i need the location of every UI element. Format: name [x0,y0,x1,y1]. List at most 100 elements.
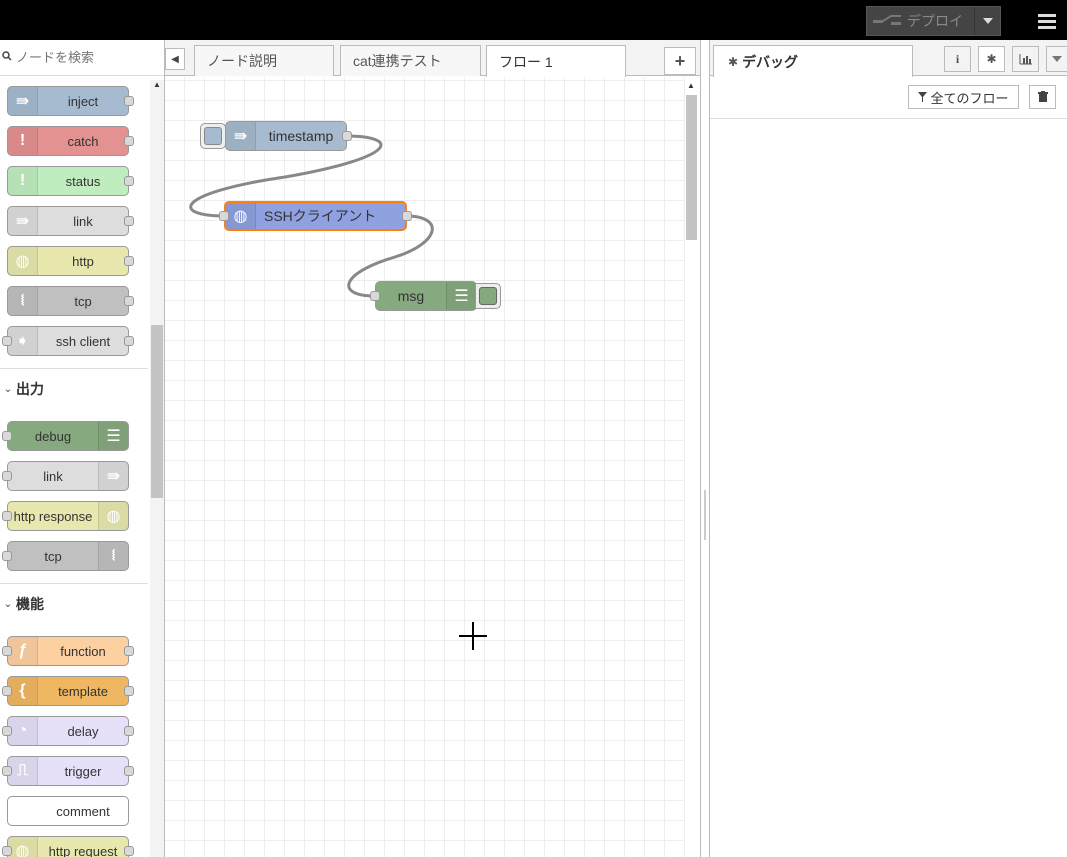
palette-node-catch[interactable]: ! catch [7,126,134,156]
bug-icon: ✱ [728,54,739,69]
palette-search [0,40,164,76]
bug-icon[interactable]: ✱ [978,46,1005,72]
wires [189,134,434,298]
input-port[interactable] [2,766,12,776]
arrow-in-icon: ⇛ [8,87,38,115]
search-icon [2,51,14,64]
input-port[interactable] [2,646,12,656]
link-out-icon: ⇛ [98,462,128,490]
input-port[interactable] [2,686,12,696]
tab-node-description[interactable]: ノード説明 [194,45,334,76]
category-header-function[interactable]: ⌄ 機能 [0,586,148,622]
deploy-label: デプロイ [907,13,963,29]
tab-flow-1[interactable]: フロー 1 [486,45,626,77]
header-bar: デプロイ [0,0,1067,40]
palette-node-link-out[interactable]: link ⇛ [2,461,129,491]
canvas-scroll-thumb[interactable] [686,95,697,240]
palette-node-debug[interactable]: debug ☰ [2,421,129,451]
list-icon: ☰ [446,282,476,310]
output-port[interactable] [124,336,134,346]
output-port[interactable] [124,216,134,226]
sidebar-splitter[interactable] [700,40,710,857]
output-port[interactable] [124,846,134,856]
sidebar-tabs: ✱ デバッグ i ✱ [710,40,1067,77]
input-port[interactable] [2,336,12,346]
tab-cat-test[interactable]: cat連携テスト [340,45,481,76]
input-port[interactable] [2,431,12,441]
brace-icon: { [8,677,38,705]
crosshair-cursor-icon [459,622,487,650]
list-icon: ☰ [98,422,128,450]
palette-scroll-thumb[interactable] [151,325,163,498]
palette-node-inject[interactable]: ⇛ inject [7,86,134,116]
trash-icon [1037,89,1048,105]
palette-node-link-in[interactable]: ⇛ link [7,206,134,236]
input-port[interactable] [2,511,12,521]
debug-toggle-button[interactable] [475,283,501,309]
output-port[interactable] [124,136,134,146]
flow-node-timestamp[interactable]: ⇛ timestamp [225,121,352,151]
clear-debug-button[interactable] [1029,85,1056,109]
scroll-up-icon[interactable]: ▲ [687,81,695,90]
tab-scroll-left-icon[interactable]: ◀ [165,48,185,70]
palette-node-tcp-out[interactable]: tcp ⧙ [2,541,129,571]
palette-node-template[interactable]: { template [2,676,134,706]
input-port[interactable] [2,726,12,736]
flow-node-msg-debug[interactable]: msg ☰ [370,281,477,311]
flow-canvas[interactable]: ⇛ timestamp ◍ SSHクライアント msg ☰ [165,77,685,857]
output-port[interactable] [124,296,134,306]
bridge-icon: ⧙ [8,287,38,315]
output-port[interactable] [342,131,352,141]
palette-node-tcp-in[interactable]: ⧙ tcp [7,286,134,316]
palette-node-comment[interactable]: comment [7,796,129,826]
output-port[interactable] [124,646,134,656]
hamburger-menu-icon[interactable] [1032,8,1062,34]
deploy-icon [867,14,907,28]
globe-icon: ◍ [8,837,38,857]
add-tab-button[interactable]: + [664,47,696,75]
tab-debug[interactable]: ✱ デバッグ [713,45,913,77]
output-port[interactable] [124,726,134,736]
globe-icon: ◍ [98,502,128,530]
filter-button[interactable]: 全てのフロー [908,85,1019,109]
canvas-scrollbar[interactable]: ▲ [685,77,700,857]
output-port[interactable] [124,176,134,186]
output-port[interactable] [124,256,134,266]
filter-icon [918,90,928,105]
deploy-button[interactable]: デプロイ [866,6,1001,36]
inject-trigger-button[interactable] [200,123,226,149]
link-in-icon: ⇛ [8,207,38,235]
palette-node-ssh-client[interactable]: ➧ ssh client [2,326,134,356]
category-header-output[interactable]: ⌄ 出力 [0,371,148,407]
scroll-up-icon[interactable]: ▲ [151,80,163,89]
timer-icon: ◔ [8,717,38,745]
output-port[interactable] [124,96,134,106]
palette-node-http-response[interactable]: http response ◍ [2,501,129,531]
flow-node-ssh-client[interactable]: ◍ SSHクライアント [219,201,412,231]
category-divider [0,368,148,369]
input-port[interactable] [370,291,380,301]
deploy-caret-icon[interactable] [974,7,1000,35]
output-port[interactable] [402,211,412,221]
input-port[interactable] [2,551,12,561]
palette-node-delay[interactable]: ◔ delay [2,716,134,746]
output-port[interactable] [124,766,134,776]
palette-search-input[interactable] [14,49,154,66]
input-port[interactable] [2,846,12,856]
bridge-icon: ⧙ [98,542,128,570]
palette-node-status[interactable]: ! status [7,166,134,196]
palette-node-http[interactable]: ◍ http [7,246,134,276]
palette-node-function[interactable]: ƒ function [2,636,134,666]
info-icon[interactable]: i [944,46,971,72]
palette-node-http-request[interactable]: ◍ http request [2,836,134,857]
chevron-down-icon[interactable] [1046,46,1067,72]
workspace-tabs: ◀ ノード説明 cat連携テスト フロー 1 + [165,40,700,77]
output-port[interactable] [124,686,134,696]
palette-node-trigger[interactable]: ⎍ trigger [2,756,134,786]
chart-icon[interactable] [1012,46,1039,72]
input-port[interactable] [2,471,12,481]
arrow-in-icon: ⇛ [226,122,256,150]
input-port[interactable] [219,211,229,221]
exclamation-icon: ! [8,167,38,195]
function-icon: ƒ [8,637,38,665]
